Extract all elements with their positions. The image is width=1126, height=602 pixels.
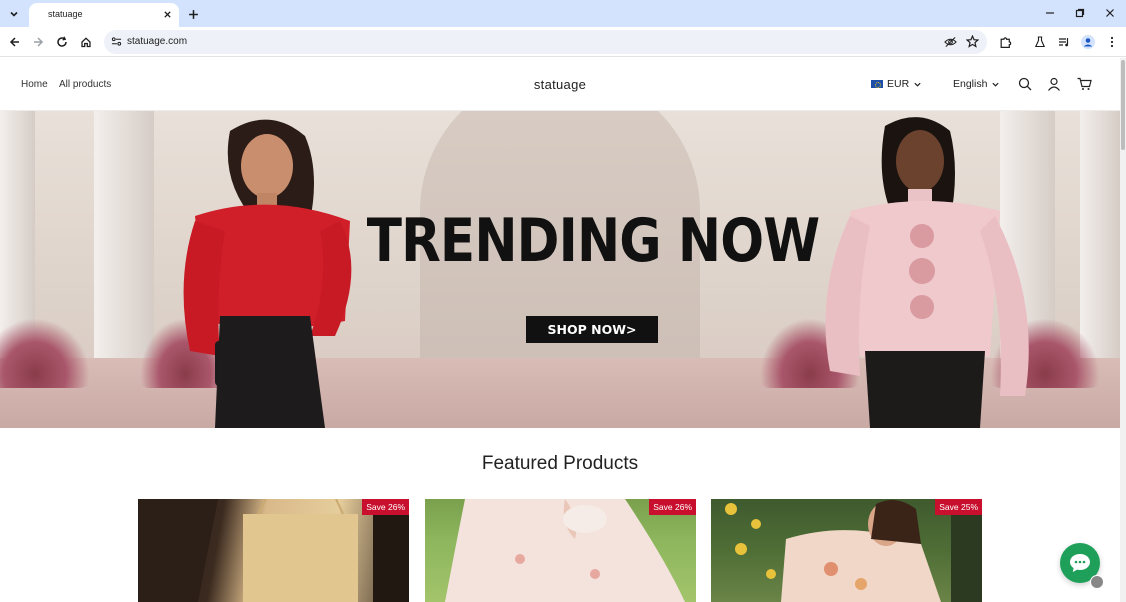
cart-icon xyxy=(1077,77,1092,90)
hero-banner[interactable]: TRENDING NOW SHOP NOW> xyxy=(0,111,1120,428)
currency-label: EUR xyxy=(887,78,910,90)
chat-bubble-icon xyxy=(1070,554,1090,572)
restore-icon xyxy=(1075,8,1085,18)
star-icon[interactable] xyxy=(966,35,979,48)
browser-toolbar: statuage.com xyxy=(0,27,1126,57)
account-button[interactable] xyxy=(1046,76,1062,92)
currency-selector[interactable]: EUR xyxy=(871,78,922,90)
scrollbar-thumb[interactable] xyxy=(1121,60,1125,150)
tab-close-button[interactable] xyxy=(160,7,174,21)
product-card[interactable]: Save 26% xyxy=(138,499,409,602)
reload-button[interactable] xyxy=(53,33,71,51)
browser-menu-button[interactable] xyxy=(1103,33,1121,51)
home-icon xyxy=(81,37,91,48)
site-header: Home All products statuage EUR English xyxy=(0,58,1120,111)
puzzle-icon xyxy=(1000,36,1011,48)
sale-badge: Save 25% xyxy=(935,499,982,515)
arrow-left-icon xyxy=(9,37,19,47)
restore-button[interactable] xyxy=(1070,4,1090,22)
shrub-decoration xyxy=(0,318,90,388)
search-icon xyxy=(1018,77,1032,91)
tab-search-button[interactable] xyxy=(5,5,23,22)
minimize-icon xyxy=(1046,12,1054,14)
reload-icon xyxy=(57,36,67,47)
minimize-button[interactable] xyxy=(1040,4,1060,22)
search-button[interactable] xyxy=(1017,76,1033,92)
chevron-down-icon xyxy=(992,82,1000,87)
page-scrollbar[interactable] xyxy=(1120,58,1126,602)
product-card[interactable]: Save 26% xyxy=(425,499,696,602)
sale-badge: Save 26% xyxy=(362,499,409,515)
plus-icon xyxy=(188,9,198,19)
flask-icon xyxy=(1034,36,1046,48)
chat-agent-avatar xyxy=(1090,575,1104,589)
more-vert-icon xyxy=(1110,36,1114,48)
product-card[interactable]: Save 25% xyxy=(711,499,982,602)
site-info-icon[interactable] xyxy=(111,36,122,47)
media-button[interactable] xyxy=(1055,33,1073,51)
shop-now-button[interactable]: SHOP NOW> xyxy=(526,316,658,343)
eye-off-icon[interactable] xyxy=(944,36,957,48)
language-label: English xyxy=(953,78,988,90)
language-selector[interactable]: English xyxy=(953,78,1000,90)
home-button[interactable] xyxy=(77,33,95,51)
hero-title: TRENDING NOW xyxy=(366,206,820,276)
window-close-button[interactable] xyxy=(1100,4,1120,22)
back-button[interactable] xyxy=(6,33,24,51)
sale-badge: Save 26% xyxy=(649,499,696,515)
tab-title: statuage xyxy=(48,9,83,19)
extensions-button[interactable] xyxy=(996,33,1014,51)
browser-tabstrip: statuage xyxy=(0,0,1126,27)
avatar-icon xyxy=(1081,35,1095,49)
chevron-down-icon xyxy=(10,11,18,17)
browser-tab[interactable]: statuage xyxy=(29,3,179,27)
cart-button[interactable] xyxy=(1076,76,1092,92)
chevron-down-icon xyxy=(914,82,921,87)
close-icon xyxy=(1106,9,1114,17)
url-text: statuage.com xyxy=(127,36,188,47)
new-tab-button[interactable] xyxy=(185,6,201,22)
arrow-right-icon xyxy=(34,37,44,47)
store-logo[interactable]: statuage xyxy=(0,77,1120,92)
user-icon xyxy=(1048,77,1060,91)
queue-music-icon xyxy=(1059,38,1069,47)
featured-products-title: Featured Products xyxy=(481,453,639,474)
close-icon xyxy=(163,10,171,18)
address-bar[interactable]: statuage.com xyxy=(104,30,987,54)
profile-button[interactable] xyxy=(1079,33,1097,51)
forward-button[interactable] xyxy=(29,33,47,51)
eu-flag-icon xyxy=(871,80,883,88)
labs-button[interactable] xyxy=(1031,33,1049,51)
